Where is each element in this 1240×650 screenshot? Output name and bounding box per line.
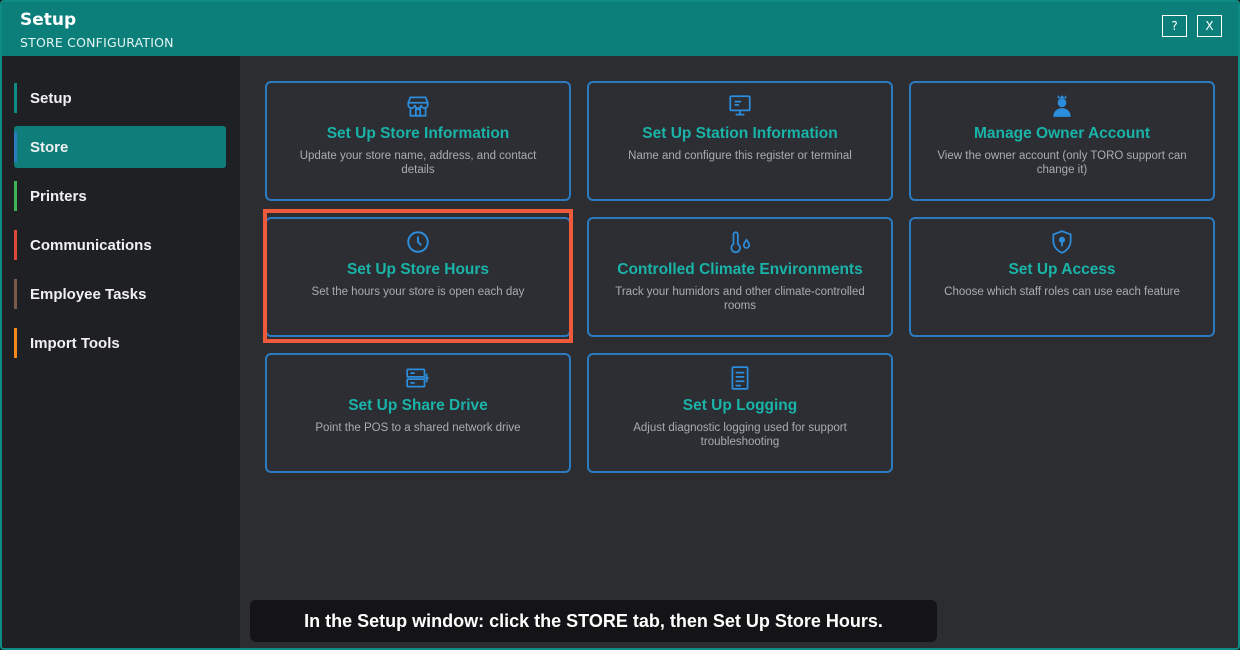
card-description: Track your humidors and other climate-co… bbox=[615, 286, 865, 312]
sidebar-item-label: Import Tools bbox=[30, 334, 120, 352]
card-description: Choose which staff roles can use each fe… bbox=[944, 286, 1180, 298]
sidebar-item-employee-tasks[interactable]: Employee Tasks bbox=[14, 273, 226, 315]
thermometer-drop-icon bbox=[726, 229, 754, 255]
accent-bar bbox=[14, 328, 17, 358]
sidebar-item-printers[interactable]: Printers bbox=[14, 175, 226, 217]
card-title: Manage Owner Account bbox=[974, 125, 1150, 142]
help-button[interactable]: ? bbox=[1162, 15, 1187, 37]
storefront-icon bbox=[404, 93, 432, 119]
main-content: Set Up Store Information Update your sto… bbox=[240, 56, 1238, 648]
shield-lock-icon bbox=[1048, 229, 1076, 255]
card-description: Name and configure this register or term… bbox=[628, 150, 852, 162]
sidebar-item-label: Setup bbox=[30, 89, 72, 107]
sidebar-item-store[interactable]: Store bbox=[14, 126, 226, 168]
card-title: Controlled Climate Environments bbox=[617, 261, 863, 278]
sidebar-item-label: Store bbox=[30, 138, 69, 156]
network-drive-icon bbox=[404, 365, 432, 391]
card-climate-environments[interactable]: Controlled Climate Environments Track yo… bbox=[587, 217, 893, 337]
card-title: Set Up Store Hours bbox=[346, 261, 490, 278]
card-title: Set Up Share Drive bbox=[348, 397, 488, 414]
sidebar: Setup Store Printers Communications Empl… bbox=[2, 56, 240, 648]
card-store-information[interactable]: Set Up Store Information Update your sto… bbox=[265, 81, 571, 201]
card-title: Set Up Logging bbox=[682, 397, 798, 414]
card-description: Update your store name, address, and con… bbox=[299, 150, 537, 176]
card-logging[interactable]: Set Up Logging Adjust diagnostic logging… bbox=[587, 353, 893, 473]
accent-bar bbox=[14, 230, 17, 260]
card-station-information[interactable]: Set Up Station Information Name and conf… bbox=[587, 81, 893, 201]
accent-bar bbox=[14, 83, 17, 113]
card-access[interactable]: Set Up Access Choose which staff roles c… bbox=[909, 217, 1215, 337]
card-share-drive[interactable]: Set Up Share Drive Point the POS to a sh… bbox=[265, 353, 571, 473]
monitor-icon bbox=[726, 93, 754, 119]
sidebar-item-label: Communications bbox=[30, 236, 152, 254]
instruction-caption: In the Setup window: click the STORE tab… bbox=[250, 600, 937, 642]
accent-bar bbox=[14, 279, 17, 309]
card-owner-account[interactable]: Manage Owner Account View the owner acco… bbox=[909, 81, 1215, 201]
sidebar-item-label: Employee Tasks bbox=[30, 285, 147, 303]
card-store-hours[interactable]: Set Up Store Hours Set the hours your st… bbox=[265, 217, 571, 337]
window-subtitle: STORE CONFIGURATION bbox=[20, 35, 174, 50]
title-bar: Setup STORE CONFIGURATION ? X bbox=[2, 2, 1238, 56]
sidebar-item-import-tools[interactable]: Import Tools bbox=[14, 322, 226, 364]
clock-icon bbox=[404, 229, 432, 255]
card-description: View the owner account (only TORO suppor… bbox=[937, 150, 1187, 176]
card-description: Adjust diagnostic logging used for suppo… bbox=[633, 422, 847, 448]
card-title: Set Up Store Information bbox=[326, 125, 510, 142]
document-log-icon bbox=[726, 365, 754, 391]
accent-bar bbox=[14, 132, 17, 162]
sidebar-item-label: Printers bbox=[30, 187, 87, 205]
card-description: Point the POS to a shared network drive bbox=[315, 422, 521, 434]
card-description: Set the hours your store is open each da… bbox=[311, 286, 525, 298]
close-button[interactable]: X bbox=[1197, 15, 1222, 37]
setup-window: Setup STORE CONFIGURATION ? X Setup Stor… bbox=[0, 0, 1240, 650]
card-title: Set Up Station Information bbox=[642, 125, 838, 142]
window-title: Setup bbox=[20, 10, 77, 30]
accent-bar bbox=[14, 181, 17, 211]
card-title: Set Up Access bbox=[1008, 261, 1116, 278]
sidebar-item-setup[interactable]: Setup bbox=[14, 77, 226, 119]
owner-user-icon bbox=[1048, 93, 1076, 119]
sidebar-item-communications[interactable]: Communications bbox=[14, 224, 226, 266]
